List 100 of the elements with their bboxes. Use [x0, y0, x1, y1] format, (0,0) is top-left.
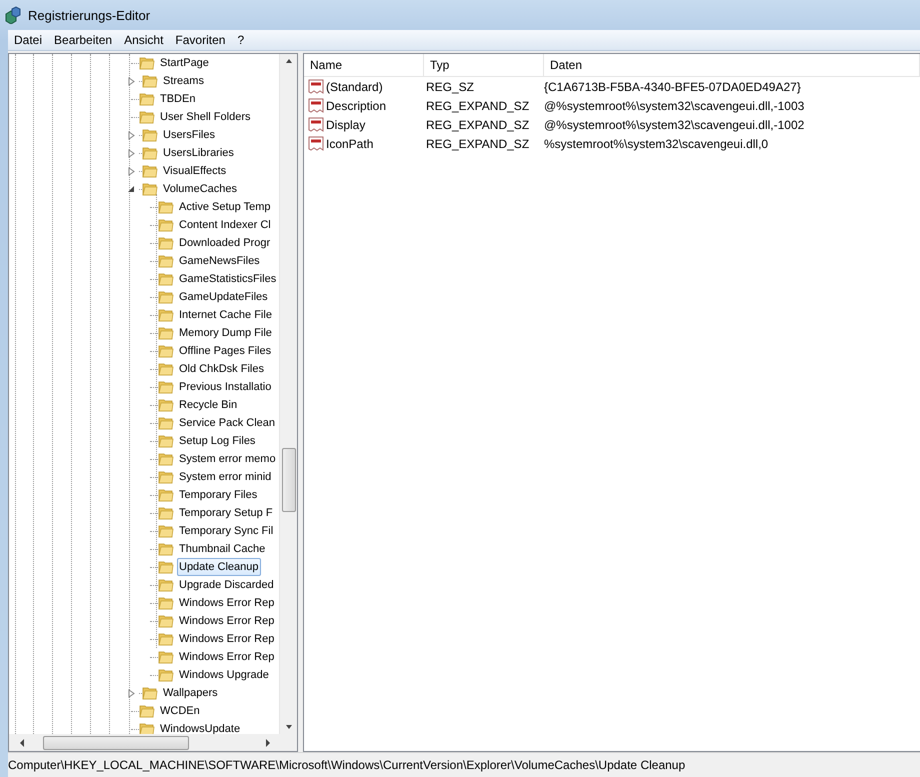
folder-icon — [158, 379, 174, 395]
folder-icon — [158, 343, 174, 359]
tree-item[interactable]: Active Setup Temp — [177, 198, 273, 216]
value-type: REG_SZ — [425, 80, 476, 94]
expand-arrow-icon[interactable] — [128, 76, 134, 86]
status-path: Computer\HKEY_LOCAL_MACHINE\SOFTWARE\Microsoft\Windows\CurrentVersion\Explorer\VolumeCaches\Update Cleanup — [8, 758, 686, 772]
tree-item[interactable]: System error memo — [177, 450, 278, 468]
value-name: (Standard) — [326, 80, 383, 94]
tree-item[interactable]: UsersLibraries — [161, 144, 236, 162]
value-data: %systemroot%\system32\scavengeui.dll,0 — [544, 136, 770, 150]
tree-item[interactable]: Old ChkDsk Files — [177, 360, 266, 378]
folder-icon — [158, 253, 174, 269]
tree-item[interactable]: Streams — [161, 72, 206, 90]
tree-item[interactable]: UsersFiles — [161, 126, 217, 144]
window-title: Registrierungs-Editor — [28, 8, 150, 22]
folder-icon — [158, 397, 174, 413]
folder-icon — [158, 325, 174, 341]
folder-icon — [158, 235, 174, 251]
folder-icon — [158, 649, 174, 665]
tree-item[interactable]: Windows Error Rep — [177, 612, 276, 630]
menu-item[interactable]: Datei — [8, 33, 48, 47]
collapse-arrow-icon[interactable] — [127, 185, 135, 193]
vertical-scrollbar[interactable] — [279, 54, 297, 734]
tree-item[interactable]: Thumbnail Cache — [177, 540, 268, 558]
menu-item[interactable]: Favoriten — [169, 33, 232, 47]
tree-item[interactable]: Upgrade Discarded — [177, 576, 276, 594]
folder-icon — [158, 217, 174, 233]
folder-icon — [158, 523, 174, 539]
tree-item[interactable]: GameStatisticsFiles — [177, 270, 278, 288]
folder-icon — [158, 613, 174, 629]
horizontal-scrollbar[interactable] — [9, 734, 297, 751]
column-header[interactable]: Name — [304, 54, 424, 76]
value-type: REG_EXPAND_SZ — [425, 98, 530, 112]
string-value-icon — [308, 136, 324, 152]
folder-icon — [139, 55, 155, 71]
tree-item[interactable]: Recycle Bin — [177, 396, 240, 414]
tree-item[interactable]: VolumeCaches — [161, 180, 239, 198]
folder-icon — [142, 73, 158, 89]
tree-item[interactable]: Windows Error Rep — [177, 630, 276, 648]
menu-item[interactable]: ? — [231, 33, 250, 47]
value-type: REG_EXPAND_SZ — [425, 118, 530, 132]
tree-item[interactable]: Offline Pages Files — [177, 342, 274, 360]
folder-icon — [142, 685, 158, 701]
value-data: {C1A6713B-F5BA-4340-BFE5-07DA0ED49A27} — [544, 80, 802, 94]
folder-icon — [158, 451, 174, 467]
menu-item[interactable]: Ansicht — [118, 33, 170, 47]
tree-item[interactable]: WindowsUpdate — [158, 720, 242, 734]
folder-icon — [139, 91, 155, 107]
tree-item[interactable]: Downloaded Progr — [177, 234, 272, 252]
tree-item[interactable]: GameUpdateFiles — [177, 288, 270, 306]
folder-icon — [158, 415, 174, 431]
folder-icon — [142, 181, 158, 197]
tree-item[interactable]: TBDEn — [158, 90, 198, 108]
string-value-icon — [308, 116, 324, 132]
folder-icon — [139, 703, 155, 719]
tree-item[interactable]: Previous Installatio — [177, 378, 274, 396]
column-header[interactable]: Typ — [424, 54, 544, 76]
tree-item[interactable]: Setup Log Files — [177, 432, 258, 450]
menu-item[interactable]: Bearbeiten — [48, 33, 118, 47]
registry-cubes-icon — [4, 6, 22, 24]
folder-icon — [158, 541, 174, 557]
tree-item[interactable]: GameNewsFiles — [177, 252, 262, 270]
expand-arrow-icon[interactable] — [128, 166, 134, 176]
scrollbar-thumb[interactable] — [43, 736, 189, 750]
tree-item[interactable]: Update Cleanup — [177, 558, 261, 576]
folder-icon — [158, 361, 174, 377]
tree-item[interactable]: WCDEn — [158, 702, 202, 720]
string-value-icon — [308, 98, 324, 114]
tree-item[interactable]: Internet Cache File — [177, 306, 274, 324]
tree-item[interactable]: Temporary Setup F — [177, 504, 275, 522]
tree-item[interactable]: Content Indexer Cl — [177, 216, 273, 234]
folder-icon — [158, 199, 174, 215]
folder-icon — [142, 163, 158, 179]
column-header[interactable]: Daten — [544, 54, 920, 76]
folder-icon — [139, 721, 155, 734]
expand-arrow-icon[interactable] — [128, 688, 134, 698]
tree-item[interactable]: VisualEffects — [161, 162, 228, 180]
tree-item[interactable]: System error minid — [177, 468, 274, 486]
tree-item[interactable]: Memory Dump File — [177, 324, 274, 342]
expand-arrow-icon[interactable] — [128, 130, 134, 140]
tree-item[interactable]: Service Pack Clean — [177, 414, 277, 432]
folder-icon — [158, 631, 174, 647]
expand-arrow-icon[interactable] — [128, 148, 134, 158]
folder-icon — [142, 127, 158, 143]
folder-icon — [158, 271, 174, 287]
folder-icon — [158, 667, 174, 683]
value-name: Display — [326, 118, 366, 132]
tree-item[interactable]: StartPage — [158, 54, 211, 72]
folder-icon — [158, 469, 174, 485]
tree-item[interactable]: Temporary Sync Fil — [177, 522, 276, 540]
scrollbar-thumb[interactable] — [282, 448, 296, 512]
tree-item[interactable]: Wallpapers — [161, 684, 220, 702]
tree-item[interactable]: Temporary Files — [177, 486, 260, 504]
value-name: Description — [326, 98, 386, 112]
tree-item[interactable]: Windows Upgrade — [177, 666, 271, 684]
tree-item[interactable]: Windows Error Rep — [177, 648, 276, 666]
folder-icon — [158, 433, 174, 449]
tree-item[interactable]: User Shell Folders — [158, 108, 252, 126]
tree-item[interactable]: Windows Error Rep — [177, 594, 276, 612]
value-name: IconPath — [326, 136, 374, 150]
